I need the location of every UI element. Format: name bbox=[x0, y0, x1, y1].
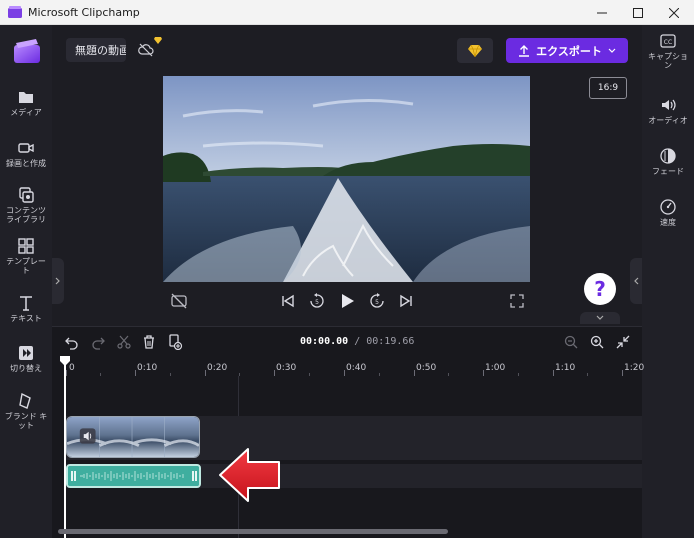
add-media-icon[interactable] bbox=[167, 334, 183, 350]
left-panel-toggle[interactable] bbox=[52, 258, 64, 304]
sidebar-item-label: 切り替え bbox=[10, 364, 42, 373]
sidebar-item-record[interactable]: 録画と作成 bbox=[0, 139, 52, 168]
speed-icon bbox=[660, 199, 676, 215]
clipchamp-logo-icon bbox=[8, 6, 22, 18]
sidebar-item-label: 速度 bbox=[660, 218, 676, 227]
play-icon[interactable] bbox=[338, 292, 356, 310]
video-clip[interactable] bbox=[66, 416, 200, 458]
sidebar-item-label: メディア bbox=[10, 108, 42, 117]
sidebar-item-label: 録画と作成 bbox=[6, 159, 46, 168]
timeline-scrollbar[interactable] bbox=[58, 529, 448, 534]
time-display: 00:00.00 / 00:19.66 bbox=[300, 336, 414, 347]
ruler-label: 1:10 bbox=[555, 363, 576, 373]
ruler-label: 0:30 bbox=[276, 363, 297, 373]
sidebar-item-fade[interactable]: フェード bbox=[642, 147, 694, 176]
cloud-offline-icon[interactable] bbox=[138, 42, 154, 58]
maximize-icon bbox=[633, 7, 643, 18]
premium-button[interactable] bbox=[457, 38, 493, 63]
sidebar-item-speed[interactable]: 速度 bbox=[642, 198, 694, 227]
zoom-out-icon[interactable] bbox=[563, 334, 579, 350]
video-preview[interactable] bbox=[163, 76, 530, 282]
sidebar-item-templates[interactable]: テンプレー ト bbox=[0, 237, 52, 275]
transition-icon bbox=[19, 346, 33, 360]
ruler-label: 0:50 bbox=[416, 363, 437, 373]
help-button[interactable]: ? bbox=[584, 273, 616, 305]
sidebar-item-label: オーディオ bbox=[648, 116, 688, 125]
library-icon bbox=[19, 187, 34, 203]
right-panel-toggle[interactable] bbox=[630, 258, 642, 304]
ruler-label: 1:20 bbox=[624, 363, 645, 373]
delete-icon[interactable] bbox=[141, 334, 157, 350]
export-button[interactable]: エクスポート bbox=[506, 38, 628, 63]
playhead-handle-icon[interactable] bbox=[59, 356, 71, 366]
template-icon bbox=[18, 238, 34, 254]
skip-to-start-icon[interactable] bbox=[279, 292, 297, 310]
preview-collapse-toggle[interactable] bbox=[580, 312, 620, 324]
skip-to-end-icon[interactable] bbox=[397, 292, 415, 310]
ruler-label: 0:10 bbox=[137, 363, 158, 373]
undo-icon[interactable] bbox=[64, 334, 80, 350]
svg-text:5: 5 bbox=[375, 299, 379, 306]
hide-preview-icon[interactable] bbox=[170, 292, 188, 310]
sidebar-item-label: ブランド キ ット bbox=[4, 412, 48, 430]
chevron-left-icon bbox=[634, 277, 639, 285]
sidebar-item-brand-kit[interactable]: ブランド キ ット bbox=[0, 392, 52, 430]
scissors-icon[interactable] bbox=[116, 334, 132, 350]
total-time: / 00:19.66 bbox=[354, 336, 415, 347]
brand-kit-icon bbox=[19, 392, 31, 409]
chevron-down-icon bbox=[596, 315, 604, 320]
playhead[interactable] bbox=[64, 362, 66, 538]
sidebar-item-text[interactable]: テキスト bbox=[0, 294, 52, 323]
speaker-icon bbox=[662, 99, 676, 111]
folder-icon bbox=[19, 92, 33, 103]
camera-icon bbox=[18, 143, 34, 153]
close-icon bbox=[669, 7, 679, 18]
forward-5-icon[interactable]: 5 bbox=[368, 292, 386, 310]
zoom-in-icon[interactable] bbox=[589, 334, 605, 350]
svg-text:5: 5 bbox=[315, 299, 319, 306]
upload-icon bbox=[519, 44, 530, 57]
chevron-right-icon bbox=[55, 277, 60, 285]
sidebar-item-captions[interactable]: CC キャプショ ン bbox=[642, 32, 694, 70]
sidebar-item-media[interactable]: メディア bbox=[0, 88, 52, 117]
fit-timeline-icon[interactable] bbox=[615, 334, 631, 350]
maximize-button[interactable] bbox=[618, 0, 658, 25]
ruler-label: 1:00 bbox=[485, 363, 506, 373]
audio-clip[interactable] bbox=[66, 464, 201, 488]
sidebar-item-label: キャプショ ン bbox=[648, 52, 688, 70]
captions-icon: CC bbox=[660, 34, 676, 48]
sidebar-item-label: コンテンツ ライブラリ bbox=[6, 206, 46, 224]
title-bar: Microsoft Clipchamp bbox=[0, 0, 694, 25]
fullscreen-icon[interactable] bbox=[508, 292, 526, 310]
minimize-button[interactable] bbox=[582, 0, 622, 25]
svg-text:CC: CC bbox=[664, 39, 672, 46]
text-icon bbox=[20, 296, 32, 311]
export-label: エクスポート bbox=[536, 44, 602, 58]
sidebar-item-transitions[interactable]: 切り替え bbox=[0, 344, 52, 373]
redo-icon[interactable] bbox=[90, 334, 106, 350]
sidebar-item-content-library[interactable]: コンテンツ ライブラリ bbox=[0, 186, 52, 224]
project-name-field[interactable]: 無題の動画 bbox=[66, 38, 126, 62]
minimize-icon bbox=[597, 12, 607, 13]
current-time: 00:00.00 bbox=[300, 336, 349, 347]
ruler-label: 0:40 bbox=[346, 363, 367, 373]
red-arrow-icon bbox=[219, 448, 280, 502]
premium-gem-icon bbox=[154, 37, 162, 44]
ruler-label: 0:20 bbox=[207, 363, 228, 373]
sidebar-item-label: テンプレー ト bbox=[6, 257, 46, 275]
rewind-5-icon[interactable]: 5 bbox=[308, 292, 326, 310]
aspect-ratio-button[interactable]: 16:9 bbox=[589, 77, 627, 99]
chevron-down-icon bbox=[608, 48, 616, 53]
sidebar-item-label: フェード bbox=[652, 167, 684, 176]
diamond-icon bbox=[468, 44, 482, 57]
window-title: Microsoft Clipchamp bbox=[28, 6, 140, 19]
fade-icon bbox=[660, 148, 676, 164]
sidebar-item-label: テキスト bbox=[10, 314, 42, 323]
close-button[interactable] bbox=[654, 0, 694, 25]
clipchamp-logo-icon bbox=[14, 39, 40, 63]
sidebar-item-audio[interactable]: オーディオ bbox=[642, 96, 694, 125]
